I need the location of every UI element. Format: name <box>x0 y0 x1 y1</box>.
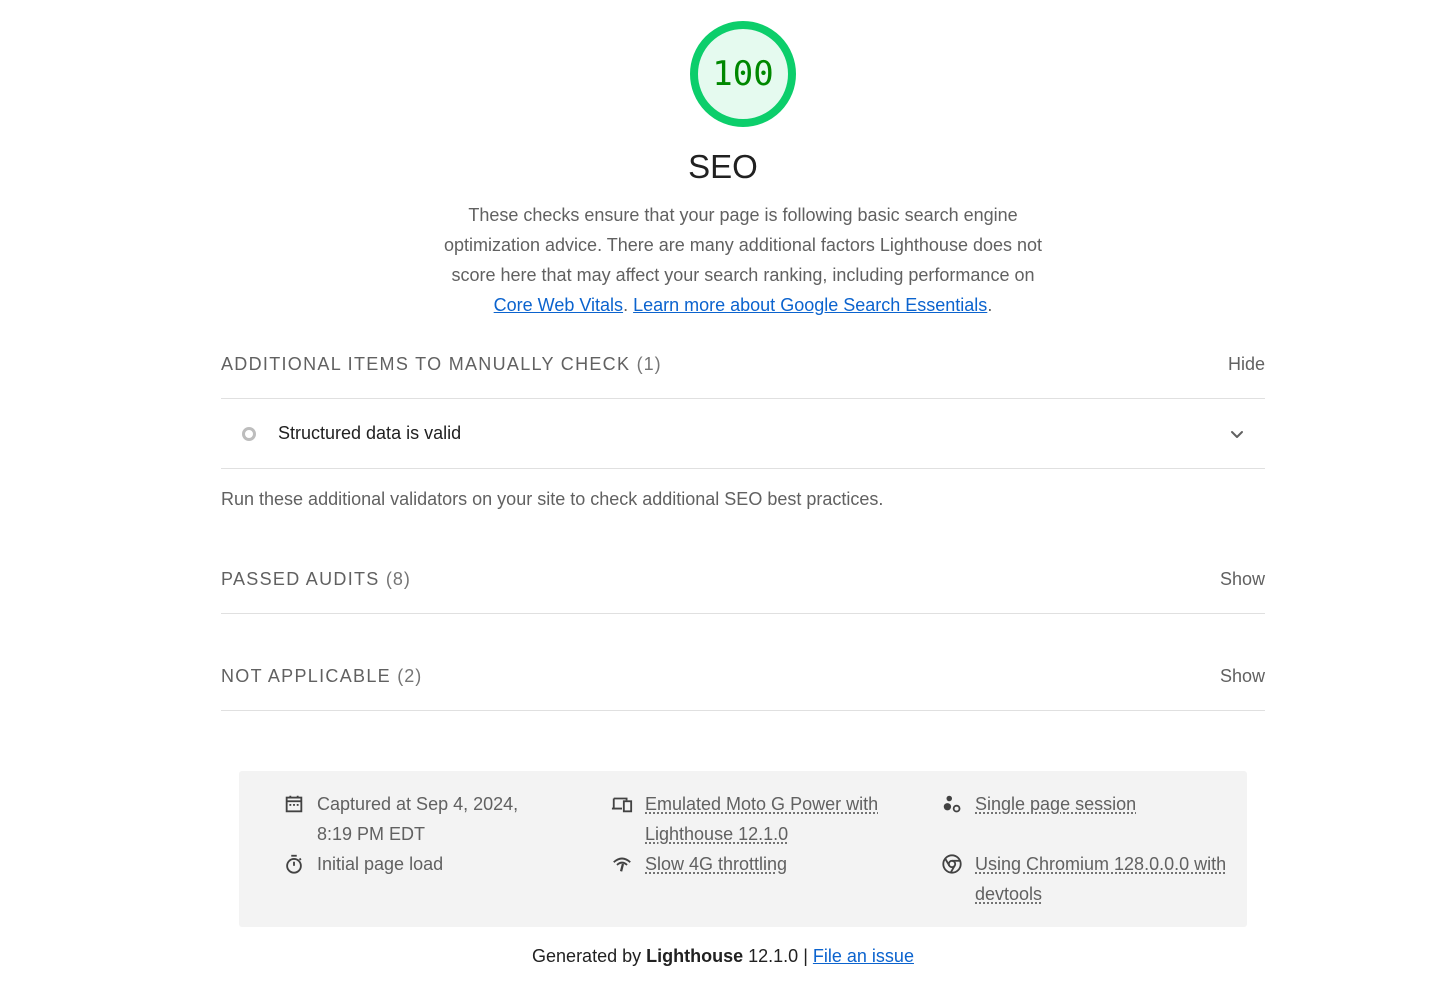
browser-text[interactable]: Using Chromium 128.0.0.0 with devtools <box>975 849 1241 909</box>
chevron-down-icon[interactable] <box>1225 422 1249 446</box>
category-description: These checks ensure that your page is fo… <box>433 200 1053 320</box>
passed-audits-group-header[interactable]: PASSED AUDITS (8) Show <box>221 559 1265 599</box>
version-text: 12.1.0 <box>748 946 799 966</box>
calendar-icon <box>285 795 303 813</box>
passed-audits-show-toggle[interactable]: Show <box>1220 569 1265 590</box>
manual-checks-count: (1) <box>636 353 662 374</box>
manual-checks-title: ADDITIONAL ITEMS TO MANUALLY CHECK (1) <box>221 354 662 375</box>
network-icon <box>613 857 631 872</box>
google-search-essentials-link[interactable]: Learn more about Google Search Essential… <box>633 295 987 315</box>
chrome-icon <box>942 854 962 874</box>
core-web-vitals-link[interactable]: Core Web Vitals <box>494 295 623 315</box>
manual-checks-hide-toggle[interactable]: Hide <box>1228 354 1265 375</box>
env-throttling: Slow 4G throttling <box>611 849 891 879</box>
not-applicable-title-text: NOT APPLICABLE <box>221 665 391 686</box>
passed-audits-title: PASSED AUDITS (8) <box>221 569 411 590</box>
env-device: Emulated Moto G Power with Lighthouse 12… <box>611 789 891 849</box>
throttling-text[interactable]: Slow 4G throttling <box>645 849 787 879</box>
manual-checks-group-header[interactable]: ADDITIONAL ITEMS TO MANUALLY CHECK (1) H… <box>221 344 1265 384</box>
env-captured: Captured at Sep 4, 2024, 8:19 PM EDT <box>283 789 543 849</box>
category-title: SEO <box>688 148 758 185</box>
load-text: Initial page load <box>317 854 444 874</box>
not-applicable-show-toggle[interactable]: Show <box>1220 666 1265 687</box>
audit-structured-data[interactable]: Structured data is valid <box>221 399 1265 468</box>
manual-checks-description: Run these additional validators on your … <box>221 489 884 509</box>
devices-icon <box>611 797 633 813</box>
captured-text: Captured at Sep 4, 2024, 8:19 PM EDT <box>317 794 519 844</box>
session-icon <box>943 795 961 813</box>
passed-audits-count: (8) <box>385 568 411 589</box>
not-applicable-count: (2) <box>397 665 423 686</box>
env-load: Initial page load <box>283 849 543 879</box>
timer-icon <box>286 854 302 874</box>
divider <box>221 710 1265 711</box>
device-text[interactable]: Emulated Moto G Power with Lighthouse 12… <box>645 789 891 849</box>
score-gauge[interactable]: 100 <box>688 19 798 129</box>
description-end: . <box>987 295 993 315</box>
env-session: Single page session <box>941 789 1241 819</box>
not-applicable-title: NOT APPLICABLE (2) <box>221 666 422 687</box>
not-applicable-group-header[interactable]: NOT APPLICABLE (2) Show <box>221 656 1265 696</box>
footer-pipe: | <box>803 946 808 966</box>
generated-by-text: Generated by <box>532 946 642 966</box>
session-text[interactable]: Single page session <box>975 789 1136 819</box>
runtime-settings-box: Captured at Sep 4, 2024, 8:19 PM EDT Ini… <box>239 771 1247 927</box>
manual-audit-marker-icon <box>242 426 256 441</box>
manual-checks-title-text: ADDITIONAL ITEMS TO MANUALLY CHECK <box>221 353 631 374</box>
report-footer: Generated by Lighthouse 12.1.0 | File an… <box>0 946 1446 967</box>
divider <box>221 613 1265 614</box>
score-value: 100 <box>712 54 774 94</box>
audit-title: Structured data is valid <box>278 423 462 443</box>
product-name: Lighthouse <box>646 946 744 966</box>
category-description-text: These checks ensure that your page is fo… <box>443 205 1043 285</box>
passed-audits-title-text: PASSED AUDITS <box>221 568 380 589</box>
lighthouse-report: 100 SEO These checks ensure that your pa… <box>0 0 1446 985</box>
env-browser: Using Chromium 128.0.0.0 with devtools <box>941 849 1241 909</box>
description-separator: . <box>623 295 629 315</box>
file-issue-link[interactable]: File an issue <box>813 946 914 966</box>
divider <box>221 468 1265 469</box>
